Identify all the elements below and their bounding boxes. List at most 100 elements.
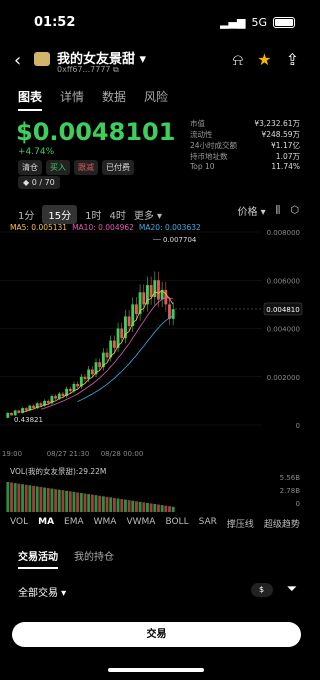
volume-bar: [123, 499, 127, 512]
volume-bar: [149, 503, 153, 512]
volume-bar: [87, 494, 91, 512]
token-address[interactable]: 0xff67...7777 ⧉: [57, 65, 119, 75]
candle-body: [142, 292, 146, 305]
volume-bar: [21, 484, 24, 512]
volume-bar: [13, 483, 17, 512]
volume-bar: [79, 493, 83, 512]
currency-toggle-icon[interactable]: $: [250, 582, 273, 597]
candle-body: [68, 388, 72, 392]
volume-bar: [50, 488, 54, 512]
volume-bar: [138, 501, 142, 512]
candle-body: [149, 285, 153, 298]
ind-sar[interactable]: SAR: [199, 517, 217, 530]
status-icons: ▂▄▆ 5G: [220, 16, 295, 29]
volume-bar: [142, 502, 146, 512]
tab-holdings[interactable]: 我的持仓: [74, 548, 114, 569]
price-chart[interactable]: 0.008000 0.006000 0.004000 0.002000 0 19:00 08…: [0, 220, 313, 460]
ind-vol[interactable]: VOL: [10, 517, 28, 530]
volume-bar: [65, 490, 69, 512]
tab-data[interactable]: 数据: [102, 88, 126, 111]
candle-body: [13, 410, 17, 416]
status-bar: 01:52 ▂▄▆ 5G: [0, 0, 313, 44]
candle-body: [10, 412, 13, 416]
token-header: ‹ 我的女友景甜 ▾ 0xff67...7777 ⧉ ⍾ ★ ⇪: [0, 46, 313, 76]
back-icon[interactable]: ‹: [14, 50, 21, 71]
ind-supertrend[interactable]: 超级趋势: [264, 517, 300, 530]
volume-bar: [112, 497, 116, 512]
volume-bar: [35, 486, 39, 512]
ma5-line: [22, 289, 174, 413]
volume-bar: [94, 495, 98, 512]
ind-support[interactable]: 撑压线: [227, 517, 254, 530]
low-label: 0.43821: [14, 416, 43, 424]
price-value: $0.0048101: [16, 118, 176, 146]
battery-icon: [273, 17, 295, 28]
candle-body: [39, 403, 43, 406]
volume-bar: [54, 489, 58, 512]
candle-body: [87, 369, 91, 380]
volume-tick: 5.56B: [280, 474, 301, 482]
badge-buy: 买入: [46, 160, 70, 175]
high-label: 0.007704: [163, 236, 197, 244]
volume-bar: [164, 505, 168, 512]
candle-body: [112, 340, 116, 348]
star-icon[interactable]: ★: [257, 50, 271, 70]
price-toggle[interactable]: 价格 ▾: [237, 203, 265, 218]
volume-bar: [72, 491, 76, 512]
trade-filter[interactable]: 全部交易 ▾: [18, 584, 66, 599]
x-tick-label: 19:00: [2, 450, 22, 458]
tab-chart[interactable]: 图表: [18, 88, 43, 111]
activity-tabs: 交易活动 我的持仓: [18, 548, 114, 569]
ind-ema[interactable]: EMA: [64, 517, 84, 530]
volume-bar: [76, 492, 80, 512]
current-price-label: 0.004810: [266, 306, 299, 314]
stat-key: Top 10: [190, 162, 215, 171]
candle-body: [57, 393, 61, 399]
volume-bar: [116, 498, 120, 512]
stat-key: 市值: [190, 119, 205, 128]
candle-body: [32, 405, 35, 409]
signal-icon: ▂▄▆: [220, 16, 246, 29]
ind-wma[interactable]: WMA: [94, 517, 117, 530]
volume-bar: [28, 485, 32, 512]
x-tick-label: 08/27 21:30: [47, 450, 90, 458]
status-time: 01:52: [34, 15, 76, 30]
volume-bar: [109, 497, 113, 512]
volume-bar: [10, 482, 13, 512]
volume-bar: [6, 482, 10, 512]
volume-bar: [153, 504, 157, 512]
volume-bar: [39, 486, 43, 512]
volume-bar: [127, 500, 131, 512]
tab-risk[interactable]: 风险: [144, 88, 168, 111]
stat-key: 24小时成交额: [190, 141, 238, 150]
candle-body: [83, 376, 87, 380]
candle-body: [90, 369, 94, 375]
volume-bar: [68, 491, 72, 512]
stats-panel: 市值 ¥3,232.61万 流动性 ¥248.59万 24小时成交额 ¥1.17亿 持…: [190, 118, 300, 173]
filter-icon[interactable]: ⏷: [287, 582, 297, 597]
candle-body: [6, 412, 10, 418]
tab-activity[interactable]: 交易活动: [18, 548, 58, 569]
badge-reduce: 跟减: [74, 160, 98, 175]
volume-bar: [157, 504, 160, 512]
volume-bar: [83, 493, 87, 512]
candle-body: [54, 396, 58, 399]
indicator-icon[interactable]: ⫼: [276, 205, 281, 216]
volume-tick: 2.78B: [280, 487, 301, 495]
settings-icon[interactable]: ⬡: [290, 205, 299, 216]
tab-details[interactable]: 详情: [60, 88, 84, 111]
volume-bar: [90, 494, 94, 512]
share-icon[interactable]: ⇪: [286, 50, 299, 70]
holders-badge: ◆ 0 / 70: [18, 176, 60, 189]
ind-boll[interactable]: BOLL: [165, 517, 188, 530]
stat-key: 流动性: [190, 130, 213, 139]
alert-icon[interactable]: ⍾: [233, 50, 244, 70]
trade-button[interactable]: 交易: [12, 622, 301, 647]
ind-ma[interactable]: MA: [38, 517, 54, 530]
ind-vwma[interactable]: VWMA: [126, 517, 155, 530]
badge-row: 清仓 买入 跟减 已付费: [18, 160, 134, 175]
volume-bar: [160, 505, 164, 512]
volume-bar: [134, 501, 138, 512]
badge-clear: 清仓: [18, 160, 42, 175]
volume-bar: [101, 496, 105, 512]
